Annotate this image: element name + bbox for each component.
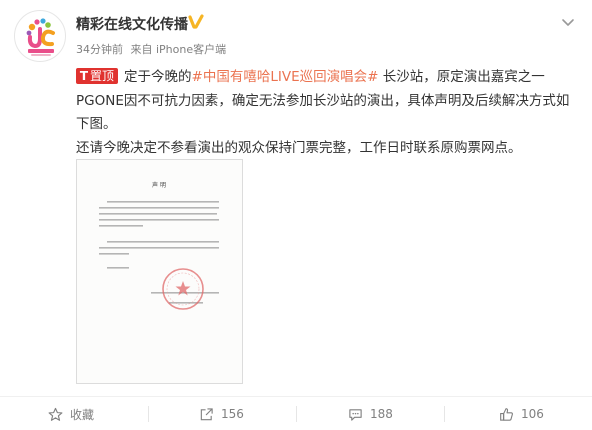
topic-link[interactable]: #中国有嘻哈LIVE巡回演唱会#	[192, 69, 379, 85]
comment-button[interactable]: 188	[348, 405, 393, 423]
repost-icon	[200, 407, 213, 420]
post-content: T 置顶 定于今晚的#中国有嘻哈LIVE巡回演唱会# 长沙站，原定演出嘉宾之一PGO…	[76, 66, 576, 160]
pin-icon: T	[79, 69, 89, 83]
divider	[296, 406, 297, 422]
post-source: 来自 iPhone客户端	[130, 43, 227, 56]
document-signature-line	[107, 267, 129, 269]
comment-icon	[349, 408, 362, 421]
like-button[interactable]: 106	[499, 405, 544, 423]
action-bar: 收藏 156 188 106	[0, 396, 592, 430]
weibo-post-card: 精彩在线文化传播 34分钟前 来自 iPhone客户端 T 置顶 定于今晚的#中国有…	[0, 0, 592, 430]
post-paragraph-2: 还请今晚决定不参看演出的观众保持门票完整，工作日时联系原购票网点。	[76, 139, 522, 156]
chevron-down-icon[interactable]	[560, 14, 576, 30]
post-paragraph-1: T 置顶 定于今晚的#中国有嘻哈LIVE巡回演唱会# 长沙站，原定演出嘉宾之一PGO…	[76, 66, 576, 137]
comment-count: 188	[370, 407, 393, 421]
document-title: 声 明	[152, 181, 166, 189]
favorite-label: 收藏	[70, 407, 95, 422]
logo-icon	[26, 18, 55, 56]
repost-count: 156	[221, 407, 244, 421]
pinned-badge: T 置顶	[76, 68, 119, 84]
post-text-before: 定于今晚的	[124, 69, 192, 85]
thumbs-up-icon	[500, 407, 513, 421]
avatar[interactable]	[14, 10, 66, 62]
statement-image[interactable]: 声 明	[76, 159, 243, 384]
like-count: 106	[521, 407, 544, 421]
post-meta: 34分钟前 来自 iPhone客户端	[76, 41, 230, 57]
verified-badge-icon	[188, 14, 204, 29]
divider	[148, 406, 149, 422]
post-time[interactable]: 34分钟前	[76, 43, 123, 56]
pinned-label: 置顶	[90, 69, 115, 83]
account-name[interactable]: 精彩在线文化传播	[76, 14, 188, 34]
star-icon	[48, 407, 63, 421]
statement-document: 声 明	[77, 160, 242, 383]
favorite-button[interactable]: 收藏	[48, 405, 94, 423]
repost-button[interactable]: 156	[199, 405, 244, 423]
divider	[444, 406, 445, 422]
